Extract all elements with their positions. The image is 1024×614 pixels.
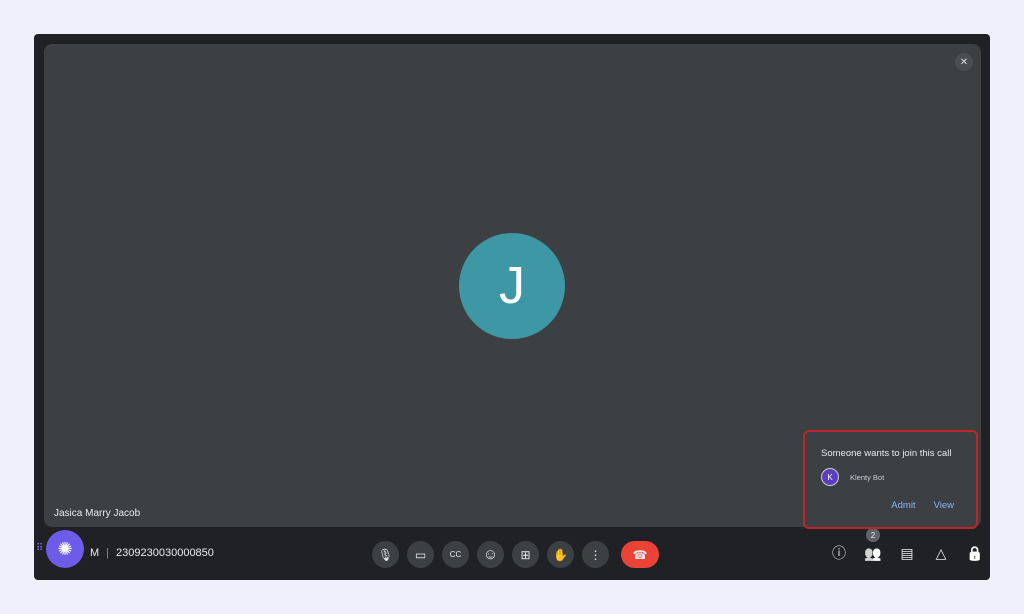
chat-button[interactable]: ▤	[897, 543, 917, 563]
requester-name: Klenty Bot	[850, 472, 885, 482]
popup-title: Someone wants to join this call	[821, 448, 952, 459]
leave-call-button[interactable]: ☎	[621, 541, 659, 568]
requester-avatar: K	[821, 468, 839, 486]
microphone-button[interactable]: 🎙	[372, 541, 399, 568]
people-icon: 👥	[864, 544, 882, 561]
participant-avatar: J	[459, 233, 565, 339]
emoji-button[interactable]: ☺	[477, 541, 504, 568]
participant-name: Jasica Marry Jacob	[54, 508, 141, 519]
present-button[interactable]: ⊞	[512, 541, 539, 568]
admit-button[interactable]: Admit	[891, 500, 915, 511]
meeting-id: 2309230030000850	[116, 547, 214, 559]
activities-button[interactable]: △	[931, 543, 951, 563]
people-button[interactable]: 👥 2	[863, 528, 883, 563]
view-button[interactable]: View	[934, 500, 954, 511]
raise-hand-button[interactable]: ✋	[547, 541, 574, 568]
captions-button[interactable]: CC	[442, 541, 469, 568]
drag-handle-icon[interactable]: ⠿	[36, 543, 46, 554]
more-options-button[interactable]: ⋮	[582, 541, 609, 568]
muted-mic-icon: ✕	[955, 53, 973, 71]
people-count-badge: 2	[866, 528, 880, 542]
meeting-time: M	[90, 547, 100, 559]
divider: |	[106, 547, 110, 559]
camera-button[interactable]: ▭	[407, 541, 434, 568]
host-controls-button[interactable]: 🔒	[965, 543, 985, 563]
info-button[interactable]: ⓘ	[829, 543, 849, 563]
extension-launcher-button[interactable]: ✺	[46, 530, 84, 568]
join-request-popup: Someone wants to join this call K Klenty…	[803, 430, 978, 529]
